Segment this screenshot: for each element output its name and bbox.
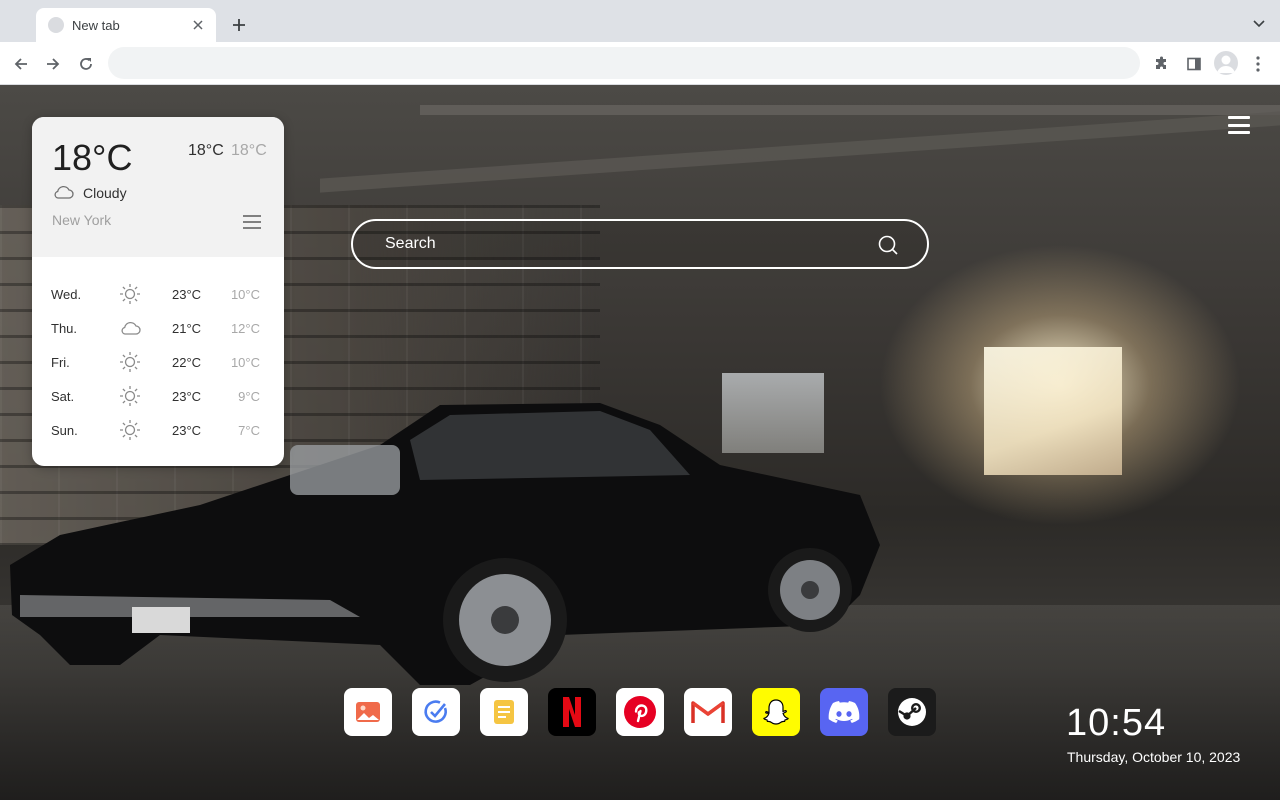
tab-strip: New tab xyxy=(0,0,1280,42)
netflix-icon xyxy=(563,697,581,727)
new-tab-page: 18°C 18°C 18°C Cloudy New York Wed. 23°C… xyxy=(0,85,1280,800)
discord-icon xyxy=(828,701,860,723)
profile-avatar[interactable] xyxy=(1214,51,1238,75)
forecast-row: Thu. 21°C 12°C xyxy=(32,311,284,345)
sun-icon xyxy=(120,352,140,372)
hamburger-line xyxy=(1228,116,1250,119)
weather-forecast: Wed. 23°C 10°C Thu. 21°C 12°C Fri. 22°C … xyxy=(32,277,284,447)
search-input[interactable] xyxy=(383,221,863,267)
forecast-day: Fri. xyxy=(51,355,70,370)
default-favicon-icon xyxy=(48,17,64,33)
today-low: 18°C xyxy=(231,142,267,159)
forecast-low: 9°C xyxy=(238,389,260,404)
tab-new-tab[interactable]: New tab xyxy=(36,8,216,42)
forecast-high: 22°C xyxy=(172,355,202,370)
forecast-low: 7°C xyxy=(238,423,260,438)
clock-date: Thursday, October 10, 2023 xyxy=(1067,749,1241,765)
search-icon[interactable] xyxy=(877,234,899,256)
app-pinterest[interactable] xyxy=(616,688,664,736)
clock-time: 10:54 xyxy=(1066,702,1167,744)
reload-button[interactable] xyxy=(74,52,98,76)
check-circle-icon xyxy=(424,700,447,723)
today-high: 18°C xyxy=(188,142,224,159)
app-steam[interactable] xyxy=(888,688,936,736)
forecast-day: Thu. xyxy=(51,321,78,336)
extensions-button[interactable] xyxy=(1150,52,1174,76)
forecast-row: Sat. 23°C 9°C xyxy=(32,379,284,413)
hamburger-menu-button[interactable] xyxy=(1228,116,1250,134)
forecast-high: 23°C xyxy=(172,287,202,302)
current-temperature: 18°C xyxy=(52,137,133,178)
forecast-day: Sat. xyxy=(51,389,75,404)
steam-icon xyxy=(898,698,926,726)
forecast-high: 23°C xyxy=(172,423,202,438)
browser-menu-button[interactable] xyxy=(1246,52,1270,76)
app-tasks[interactable] xyxy=(412,688,460,736)
reload-icon xyxy=(80,58,92,70)
address-bar[interactable] xyxy=(108,47,1140,79)
cloud-icon xyxy=(54,186,74,199)
forward-button[interactable] xyxy=(41,52,65,76)
app-gallery[interactable] xyxy=(344,688,392,736)
hamburger-line xyxy=(1228,123,1250,127)
forecast-day: Wed. xyxy=(51,287,82,302)
puzzle-icon xyxy=(1156,56,1166,69)
chevron-down-icon xyxy=(1253,20,1265,28)
search-box xyxy=(351,219,929,269)
forecast-row: Wed. 23°C 10°C xyxy=(32,277,284,311)
weather-current: 18°C 18°C 18°C Cloudy New York xyxy=(32,117,284,257)
sun-icon xyxy=(120,420,140,440)
background-window xyxy=(984,347,1122,475)
plus-icon xyxy=(233,19,245,31)
browser-toolbar xyxy=(0,42,1280,85)
app-notes[interactable] xyxy=(480,688,528,736)
arrow-right-icon xyxy=(47,58,60,70)
kebab-menu-icon xyxy=(1256,56,1260,72)
app-netflix[interactable] xyxy=(548,688,596,736)
forecast-low: 10°C xyxy=(230,287,260,302)
forecast-low: 12°C xyxy=(230,321,260,336)
side-panel-button[interactable] xyxy=(1182,52,1206,76)
pinterest-icon xyxy=(624,696,656,728)
sun-icon xyxy=(120,284,140,304)
close-icon[interactable] xyxy=(190,17,206,33)
app-discord[interactable] xyxy=(820,688,868,736)
new-tab-button[interactable] xyxy=(228,14,250,36)
weather-condition: Cloudy xyxy=(83,185,127,201)
back-button[interactable] xyxy=(9,52,33,76)
weather-menu-button[interactable] xyxy=(243,214,263,230)
weather-city[interactable]: New York xyxy=(52,212,111,228)
background-beam xyxy=(320,111,1280,193)
forecast-row: Fri. 22°C 10°C xyxy=(32,345,284,379)
tab-search-button[interactable] xyxy=(1250,14,1268,34)
forecast-row: Sun. 23°C 7°C xyxy=(32,413,284,447)
background-beam xyxy=(420,105,1280,115)
weather-widget: 18°C 18°C 18°C Cloudy New York Wed. 23°C… xyxy=(32,117,284,466)
arrow-left-icon xyxy=(14,58,27,70)
hamburger-line xyxy=(1228,131,1250,134)
forecast-high: 23°C xyxy=(172,389,202,404)
forecast-day: Sun. xyxy=(51,423,78,438)
app-snapchat[interactable] xyxy=(752,688,800,736)
sun-icon xyxy=(120,386,140,406)
forecast-low: 10°C xyxy=(230,355,260,370)
image-icon xyxy=(356,702,380,722)
cloud-icon xyxy=(121,322,141,335)
app-gmail[interactable] xyxy=(684,688,732,736)
avatar-icon xyxy=(1217,55,1235,73)
gmail-icon xyxy=(691,701,725,723)
forecast-high: 21°C xyxy=(172,321,202,336)
snapchat-icon xyxy=(763,699,789,725)
tab-title: New tab xyxy=(72,17,120,33)
note-icon xyxy=(494,700,514,724)
side-panel-icon xyxy=(1187,57,1201,71)
